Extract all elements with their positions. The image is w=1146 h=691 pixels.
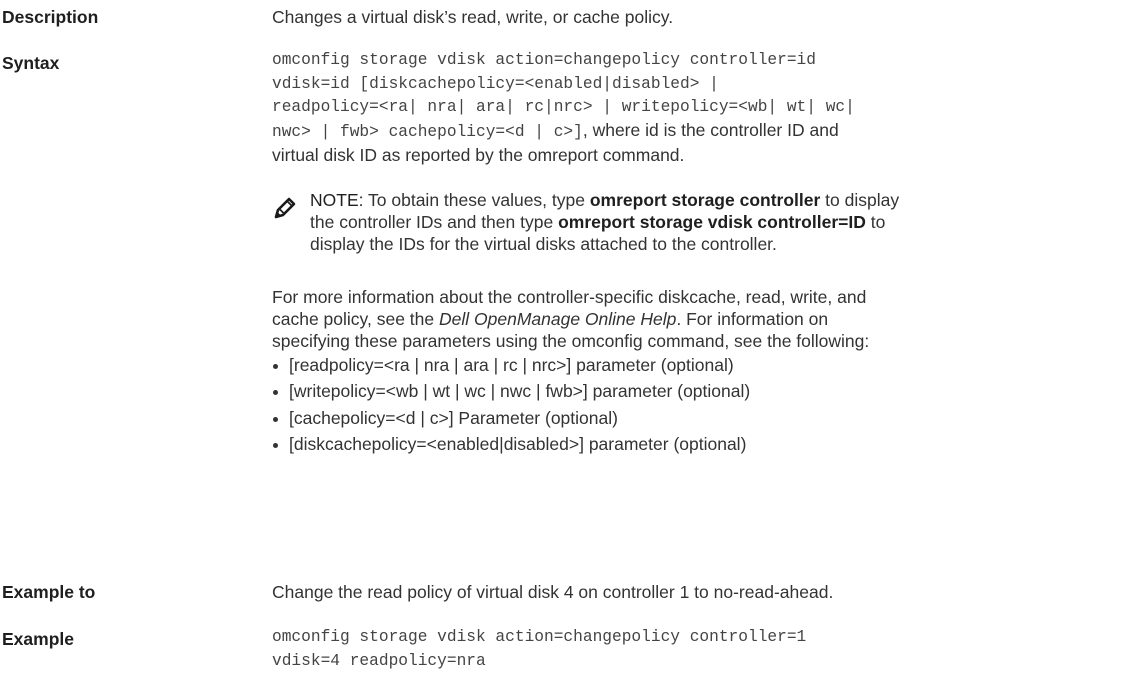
syntax-code-line: omconfig storage vdisk action=changepoli… [272, 51, 816, 69]
note-command: omreport storage controller [589, 190, 821, 210]
description-text: Changes a virtual disk’s read, write, or… [272, 7, 674, 27]
help-title: Dell OpenManage Online Help [439, 309, 677, 329]
list-item: [diskcachepolicy=<enabled|disabled>] par… [272, 433, 750, 455]
note-command: omreport storage vdisk controller=ID [558, 212, 866, 232]
example-to-text: Change the read policy of virtual disk 4… [272, 582, 834, 602]
parameter-list: [readpolicy=<ra | nra | ara | rc | nrc>]… [272, 354, 750, 459]
example-code-line: omconfig storage vdisk action=changepoli… [272, 628, 807, 646]
example-to-label: Example to [2, 582, 96, 602]
syntax-label: Syntax [2, 53, 60, 73]
list-item: [cachepolicy=<d | c>] Parameter (optiona… [272, 407, 750, 429]
description-label: Description [2, 7, 99, 27]
note-fragment: to display [820, 190, 900, 210]
list-item: [readpolicy=<ra | nra | ara | rc | nrc>]… [272, 354, 750, 376]
note-fragment: display the IDs for the virtual disks at… [310, 234, 777, 254]
note-fragment: To obtain these values, type [363, 190, 590, 210]
more-info-line: specifying these parameters using the om… [272, 331, 870, 351]
syntax-code-line: readpolicy=<ra| nra| ara| rc|nrc> | writ… [272, 98, 855, 116]
pencil-note-icon [274, 197, 296, 219]
description-content: Changes a virtual disk’s read, write, or… [272, 6, 1132, 28]
example-label: Example [2, 629, 74, 649]
more-info-line: For more information about the controlle… [272, 287, 867, 307]
syntax-code-line: vdisk=id [diskcachepolicy=<enabled|disab… [272, 74, 719, 93]
syntax-code-line-last: nwc> | fwb> cachepolicy=<d | c>], where … [272, 120, 1132, 145]
syntax-content: omconfig storage vdisk action=changepoli… [272, 49, 1132, 454]
note-text: NOTE: To obtain these values, type omrep… [310, 189, 1146, 255]
example-content: omconfig storage vdisk action=changepoli… [272, 626, 1132, 673]
syntax-text-fragment: , where id is the controller ID and [582, 119, 839, 140]
more-info-line: cache policy, see the Dell OpenManage On… [272, 308, 869, 330]
more-info-paragraph: For more information about the controlle… [272, 286, 869, 352]
more-info-fragment: . For information on [676, 309, 829, 329]
note-fragment: the controller IDs and then type [310, 212, 559, 232]
more-info-fragment: cache policy, see the [272, 309, 439, 329]
syntax-code-fragment: nwc> | fwb> cachepolicy=<d | c>] [272, 122, 583, 141]
example-code-line: vdisk=4 readpolicy=nra [272, 651, 486, 670]
note-fragment: to [865, 212, 886, 232]
syntax-text-line: virtual disk ID as reported by the omrep… [272, 145, 685, 165]
example-to-content: Change the read policy of virtual disk 4… [272, 581, 1132, 603]
list-item: [writepolicy=<wb | wt | wc | nwc | fwb>]… [272, 380, 750, 402]
note-prefix: NOTE: [310, 190, 364, 210]
